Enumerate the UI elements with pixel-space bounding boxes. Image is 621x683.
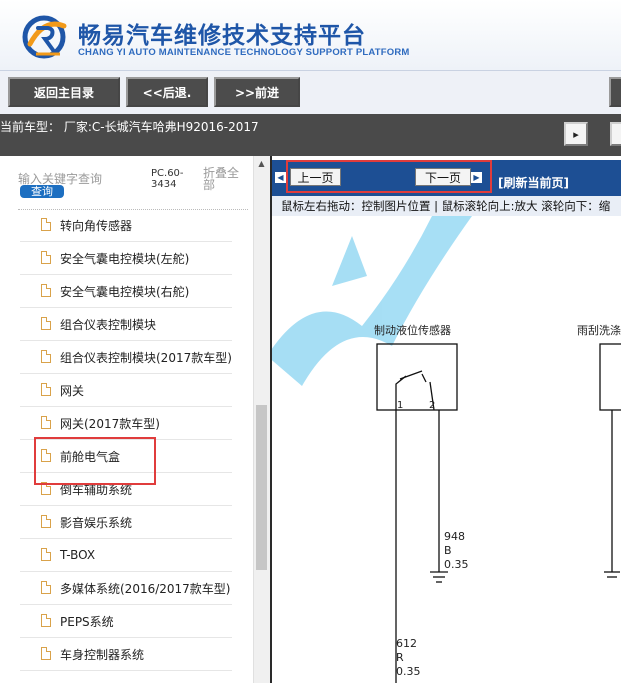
sidebar-item-label: 网关(2017款车型) bbox=[60, 416, 160, 431]
extra-nav-button[interactable] bbox=[609, 77, 621, 107]
wire-b-color: R bbox=[396, 651, 404, 664]
vehicle-info-bar: 当前车型： 厂家:C-长城汽车哈弗H92016-2017 ▸ bbox=[0, 114, 621, 156]
search-button[interactable]: 查询 bbox=[20, 185, 64, 198]
sidebar-list-item[interactable]: PEPS系统 bbox=[20, 605, 232, 638]
document-icon bbox=[41, 581, 51, 594]
sidebar-item-label: 安全气囊电控模块(左舵) bbox=[60, 251, 190, 266]
document-icon bbox=[41, 647, 51, 660]
sidebar-item-label: 转向角传感器 bbox=[60, 218, 133, 233]
home-button[interactable]: 返回主目录 bbox=[8, 77, 120, 107]
hint-text: 鼠标左右拖动：控制图片位置 | 鼠标滚轮向上:放大 滚轮向下：缩 bbox=[281, 199, 611, 213]
document-icon bbox=[41, 251, 51, 264]
back-button[interactable]: <<后退. bbox=[126, 77, 208, 107]
hint-bar: 鼠标左右拖动：控制图片位置 | 鼠标滚轮向上:放大 滚轮向下：缩 bbox=[272, 196, 621, 217]
wire-a-code: 948 bbox=[444, 530, 465, 543]
sidebar-item-label: 安全气囊电控模块(右舵) bbox=[60, 284, 190, 299]
wiper-box bbox=[599, 343, 621, 411]
sidebar-list-item[interactable]: T-BOX bbox=[20, 539, 232, 572]
wire-a-color: B bbox=[444, 544, 452, 557]
sidebar-list-item[interactable]: 转向角传感器 bbox=[20, 209, 232, 242]
sidebar-item-label: 网关 bbox=[60, 383, 85, 398]
sidebar: 输入关键字查询 查询 PC.60-3434 折叠全部 转向角传感器 安全气囊电控模… bbox=[0, 156, 270, 683]
app-title: 畅易汽车维修技术支持平台 bbox=[78, 23, 366, 49]
scrollbar-thumb[interactable] bbox=[256, 405, 267, 570]
sidebar-item-label: 车身控制器系统 bbox=[60, 647, 145, 662]
sidebar-list-item[interactable]: 多媒体系统(2016/2017款车型) bbox=[20, 572, 232, 605]
sidebar-item-label: 组合仪表控制模块 bbox=[60, 317, 157, 332]
toggle-panel-icon[interactable]: ▸ bbox=[564, 122, 588, 146]
sidebar-list-item[interactable]: 网关 bbox=[20, 374, 232, 407]
pin-2-label: 2 bbox=[429, 400, 435, 411]
document-icon bbox=[41, 416, 51, 429]
sidebar-item-label: 组合仪表控制模块(2017款车型) bbox=[60, 350, 232, 365]
panel-edge-icon[interactable] bbox=[610, 122, 621, 146]
sidebar-item-label: 多媒体系统(2016/2017款车型) bbox=[60, 581, 231, 596]
app-subtitle: CHANG YI AUTO MAINTENANCE TECHNOLOGY SUP… bbox=[78, 47, 410, 58]
document-icon bbox=[41, 383, 51, 396]
sidebar-item-label: 影音娱乐系统 bbox=[60, 515, 133, 530]
highlight-box bbox=[286, 160, 492, 193]
document-icon bbox=[41, 515, 51, 528]
document-icon bbox=[41, 548, 51, 561]
document-icon bbox=[41, 614, 51, 627]
sidebar-list-item[interactable]: 组合仪表控制模块(2017款车型) bbox=[20, 341, 232, 374]
document-icon bbox=[41, 350, 51, 363]
wire-b-code: 612 bbox=[396, 637, 417, 650]
refresh-page-link[interactable]: [刷新当前页] bbox=[498, 174, 569, 191]
document-icon bbox=[41, 284, 51, 297]
component-label-1: 制动液位传感器 bbox=[374, 323, 451, 337]
sidebar-list-item[interactable]: 车身控制器系统 bbox=[20, 638, 232, 671]
sidebar-list-item[interactable]: 组合仪表控制模块 bbox=[20, 308, 232, 341]
document-icon bbox=[41, 218, 51, 231]
highlight-box bbox=[34, 437, 156, 485]
sensor-box bbox=[376, 343, 458, 411]
pc-code: PC.60-3434 bbox=[151, 168, 184, 190]
sidebar-item-label: PEPS系统 bbox=[60, 614, 114, 629]
sidebar-list-item[interactable]: 安全气囊电控模块(右舵) bbox=[20, 275, 232, 308]
forward-button[interactable]: >>前进 bbox=[214, 77, 300, 107]
pin-1-label: 1 bbox=[397, 400, 403, 411]
vehicle-info: 当前车型： 厂家:C-长城汽车哈弗H92016-2017 bbox=[0, 120, 259, 134]
wiring-diagram-canvas[interactable]: 制动液位传感器 雨刮洗涤 1 2 948 B 0.35 612 R 0.35 bbox=[272, 216, 621, 683]
sidebar-list-item[interactable]: 网关(2017款车型) bbox=[20, 407, 232, 440]
sidebar-list-item[interactable]: 安全气囊电控模块(左舵) bbox=[20, 242, 232, 275]
collapse-all-link[interactable]: 折叠全部 bbox=[203, 167, 243, 191]
cy-logo-icon bbox=[22, 15, 67, 59]
app-header: 畅易汽车维修技术支持平台 CHANG YI AUTO MAINTENANCE T… bbox=[0, 0, 621, 70]
sidebar-item-label: T-BOX bbox=[60, 548, 96, 562]
wire-b-size: 0.35 bbox=[396, 665, 421, 678]
wiring-diagram[interactable]: 制动液位传感器 雨刮洗涤 1 2 948 B 0.35 612 R 0.35 bbox=[272, 216, 621, 683]
wire-a-size: 0.35 bbox=[444, 558, 469, 571]
scroll-up-icon[interactable]: ▲ bbox=[253, 158, 270, 170]
nav-toolbar: 返回主目录 <<后退. >>前进 bbox=[0, 70, 621, 115]
sidebar-list-item[interactable]: 影音娱乐系统 bbox=[20, 506, 232, 539]
document-icon bbox=[41, 317, 51, 330]
prev-arrow-icon[interactable]: ◀ bbox=[275, 172, 286, 183]
component-label-2: 雨刮洗涤 bbox=[577, 323, 621, 337]
watermark-icon bbox=[272, 216, 472, 386]
